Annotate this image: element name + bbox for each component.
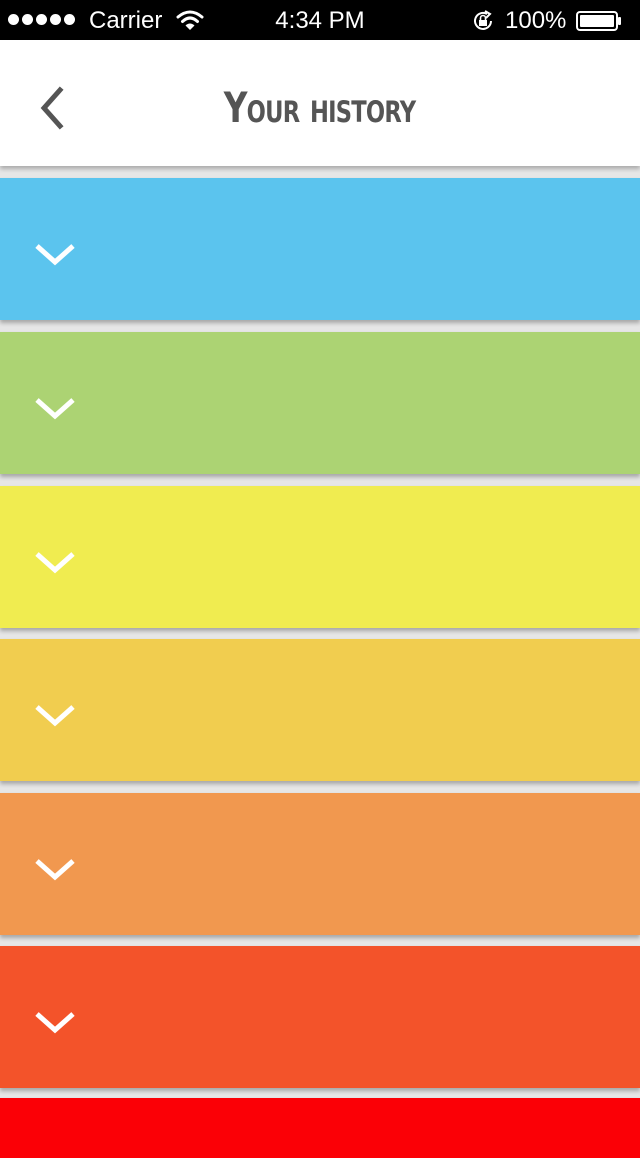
chevron-left-icon	[40, 86, 64, 130]
chevron-down-icon[interactable]	[33, 240, 77, 268]
rotation-lock-icon	[474, 10, 492, 30]
history-row-5[interactable]	[0, 793, 640, 935]
chevron-down-icon[interactable]	[33, 701, 77, 729]
history-row-2[interactable]	[0, 332, 640, 474]
chevron-down-icon[interactable]	[33, 394, 77, 422]
history-row-1[interactable]	[0, 178, 640, 320]
back-button[interactable]	[24, 80, 76, 136]
chevron-down-icon[interactable]	[33, 548, 77, 576]
history-row-3[interactable]	[0, 486, 640, 628]
history-row-6[interactable]	[0, 946, 640, 1088]
chevron-down-icon[interactable]	[33, 1008, 77, 1036]
history-row-7[interactable]	[0, 1098, 640, 1158]
battery-percent: 100%	[505, 7, 567, 34]
status-bar: Carrier 4:34 PM 100%	[0, 0, 640, 40]
battery-icon	[576, 11, 621, 31]
header-bar: Your history	[0, 40, 640, 166]
page-title: Your history	[223, 83, 416, 132]
chevron-down-icon[interactable]	[33, 855, 77, 883]
history-row-4[interactable]	[0, 639, 640, 781]
